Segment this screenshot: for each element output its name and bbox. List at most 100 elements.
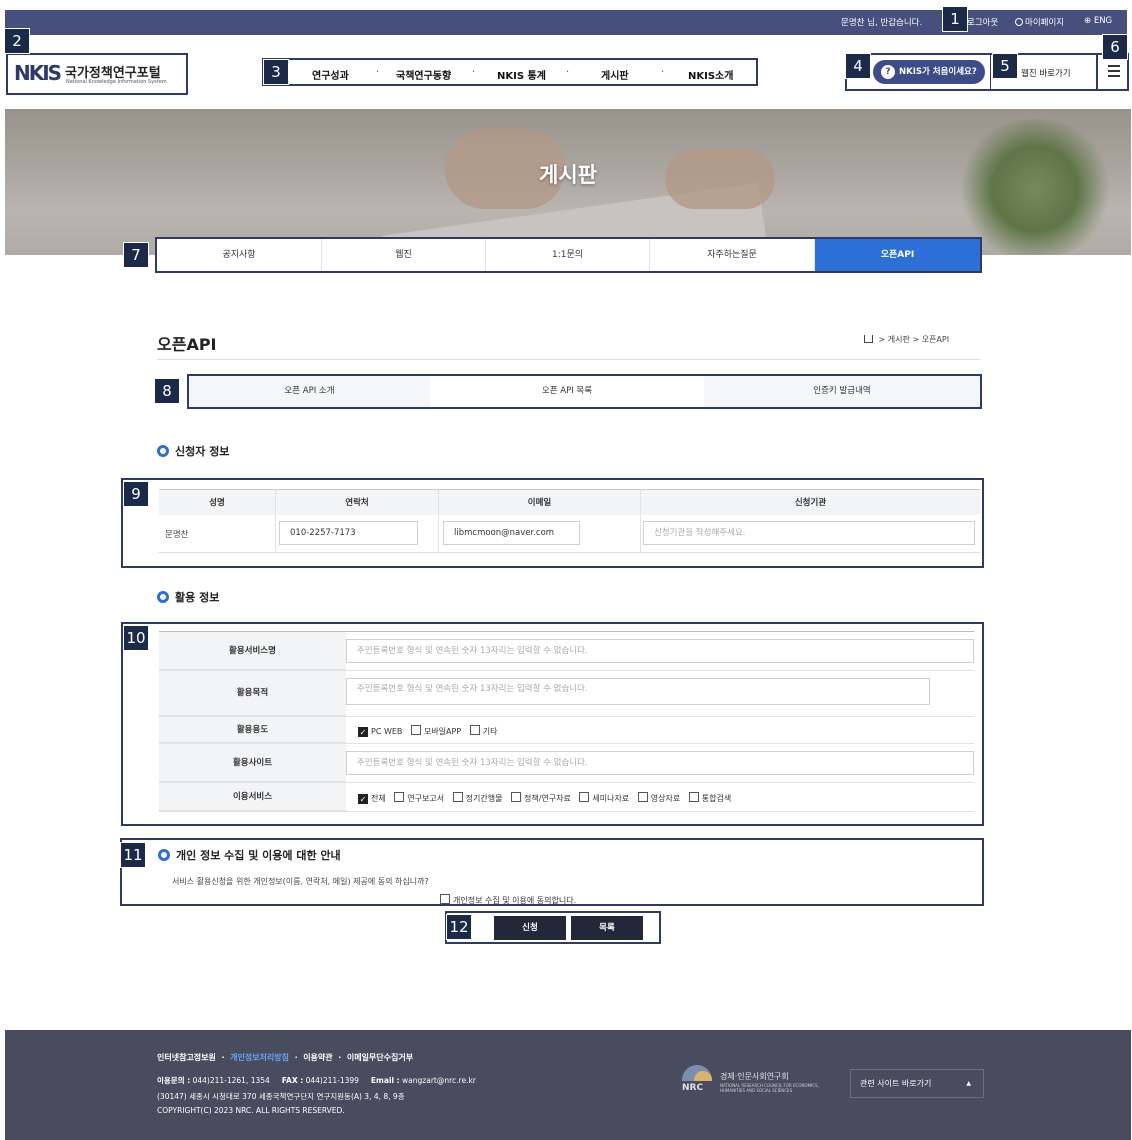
marker-10: 10 bbox=[123, 625, 149, 651]
breadcrumb-open-api[interactable]: 오픈API bbox=[922, 335, 949, 344]
footer-link-privacy[interactable]: 개인정보처리방침 bbox=[230, 1053, 289, 1062]
row-divider bbox=[159, 811, 974, 812]
webzine-link[interactable]: 웹진 바로가기 bbox=[1021, 67, 1071, 79]
purpose-textarea[interactable]: 주민등록번호 형식 및 연속된 숫자 13자리는 입력할 수 없습니다. bbox=[346, 678, 930, 705]
user-icon bbox=[1015, 18, 1023, 26]
nrc-abbr: NRC bbox=[682, 1083, 704, 1093]
option-label: 통합검색 bbox=[701, 794, 732, 803]
nrc-logo[interactable]: NRC 경제·인문사회연구회 NATIONAL RESEARCH COUNCIL… bbox=[682, 1065, 832, 1097]
footer-link-terms[interactable]: 이용약관 bbox=[303, 1053, 332, 1062]
apply-button[interactable]: 신청 bbox=[494, 916, 566, 940]
email-field[interactable]: libmcmoon@naver.com bbox=[443, 521, 580, 545]
marker-12: 12 bbox=[446, 914, 472, 940]
agree-checkbox[interactable] bbox=[440, 894, 450, 904]
option-label: 기타 bbox=[482, 727, 498, 736]
checkbox[interactable] bbox=[394, 792, 405, 802]
service-reports[interactable]: 연구보고서 bbox=[394, 792, 444, 803]
checkbox[interactable] bbox=[469, 725, 480, 735]
privacy-heading-text: 개인 정보 수집 및 이용에 대한 안내 bbox=[176, 849, 341, 862]
checkbox[interactable] bbox=[452, 792, 463, 802]
usage-table: 활용서비스명 주민등록번호 형식 및 연속된 숫자 13자리는 입력할 수 없습… bbox=[121, 622, 984, 826]
title-divider bbox=[157, 359, 980, 360]
privacy-section: 개인 정보 수집 및 이용에 대한 안내 서비스 활용신청을 위한 개인정보(이… bbox=[120, 838, 984, 906]
marker-1: 1 bbox=[942, 6, 968, 32]
section-bullet-icon bbox=[158, 849, 170, 861]
checkbox[interactable] bbox=[688, 792, 699, 802]
footer-sep: · bbox=[338, 1053, 342, 1062]
footer-sep: · bbox=[221, 1053, 225, 1062]
tab-notice[interactable]: 공지사항 bbox=[157, 239, 322, 271]
caret-up-icon: ▲ bbox=[966, 1080, 971, 1087]
usage-type-options: ✓ PC WEB 모바일APP 기타 bbox=[358, 724, 503, 737]
related-sites-label: 관련 사이트 바로가기 bbox=[860, 1079, 932, 1088]
checkbox[interactable] bbox=[410, 725, 421, 735]
page-title: 오픈API bbox=[157, 335, 217, 354]
contact-fax: 044)211-1399 bbox=[305, 1076, 359, 1085]
nrc-name-kr: 경제·인문사회연구회 bbox=[720, 1072, 789, 1081]
contact-email: wangzart@nrc.re.kr bbox=[402, 1076, 476, 1085]
service-seminar[interactable]: 세미나자료 bbox=[579, 792, 629, 803]
option-label: 정기간행물 bbox=[465, 794, 503, 803]
checkbox[interactable] bbox=[511, 792, 521, 802]
greeting-text: 문명찬 님, 반갑습니다. bbox=[841, 18, 923, 28]
list-button[interactable]: 목록 bbox=[571, 916, 643, 940]
usage-heading-text: 활용 정보 bbox=[175, 591, 220, 604]
home-icon[interactable] bbox=[864, 335, 873, 343]
checkbox-checked[interactable]: ✓ bbox=[358, 727, 368, 737]
site-field[interactable]: 주민등록번호 형식 및 연속된 숫자 13자리는 입력할 수 없습니다. bbox=[346, 751, 974, 775]
footer-address: (30147) 세종시 시청대로 370 세종국책연구단지 연구지원동(A) 3… bbox=[157, 1092, 405, 1101]
nav-research-results[interactable]: 연구성과 bbox=[312, 67, 349, 82]
organization-field[interactable]: 신청기관을 작성해주세요. bbox=[643, 521, 975, 545]
breadcrumb: > 게시판 > 오픈API bbox=[864, 334, 949, 345]
option-mobile-app[interactable]: 모바일APP bbox=[410, 725, 461, 736]
related-sites-dropdown[interactable]: 관련 사이트 바로가기 ▲ bbox=[850, 1069, 984, 1098]
site-logo[interactable]: NKIS 국가정책연구포털 National Knowledge Informa… bbox=[8, 55, 186, 93]
mypage-link[interactable]: 마이페이지 bbox=[1015, 16, 1064, 28]
tab-api-keys[interactable]: 인증키 발급내역 bbox=[704, 376, 980, 407]
logout-link[interactable]: 로그아웃 bbox=[967, 16, 998, 28]
first-time-button[interactable]: ? NKIS가 처음이세요? bbox=[873, 60, 985, 84]
language-link[interactable]: ⊕ ENG bbox=[1084, 16, 1112, 26]
checkbox-checked[interactable]: ✓ bbox=[358, 794, 368, 804]
option-label: 정책/연구자료 bbox=[524, 794, 571, 803]
tab-open-api[interactable]: 오픈API bbox=[815, 239, 980, 271]
tab-api-list[interactable]: 오픈 API 목록 bbox=[430, 376, 704, 407]
tab-api-intro[interactable]: 오픈 API 소개 bbox=[189, 376, 430, 407]
service-periodicals[interactable]: 정기간행물 bbox=[452, 792, 503, 803]
tab-inquiry[interactable]: 1:1문의 bbox=[486, 239, 650, 271]
globe-icon: ⊕ bbox=[1084, 16, 1092, 26]
breadcrumb-sep: > bbox=[878, 335, 886, 344]
tab-faq[interactable]: 자주하는질문 bbox=[650, 239, 815, 271]
service-name-field[interactable]: 주민등록번호 형식 및 연속된 숫자 13자리는 입력할 수 없습니다. bbox=[346, 639, 974, 663]
breadcrumb-sep: > bbox=[912, 335, 920, 344]
checkbox[interactable] bbox=[637, 792, 648, 802]
privacy-agree[interactable]: 개인정보 수집 및 이용에 동의합니다. bbox=[440, 893, 576, 906]
hamburger-menu-icon[interactable] bbox=[1108, 65, 1120, 80]
email-cell: libmcmoon@naver.com bbox=[439, 515, 641, 553]
service-video[interactable]: 영상자료 bbox=[637, 792, 680, 803]
language-label: ENG bbox=[1093, 16, 1113, 26]
nav-nkis-stats[interactable]: NKIS 통계 bbox=[497, 67, 546, 82]
service-search[interactable]: 통합검색 bbox=[688, 792, 732, 803]
option-other[interactable]: 기타 bbox=[469, 725, 498, 736]
section-bullet-icon bbox=[157, 591, 169, 603]
name-cell: 문명찬 bbox=[159, 515, 276, 553]
question-icon: ? bbox=[881, 65, 895, 79]
tab-webzine[interactable]: 웹진 bbox=[322, 239, 486, 271]
nav-policy-trends[interactable]: 국책연구동향 bbox=[396, 67, 451, 82]
phone-field[interactable]: 010-2257-7173 bbox=[279, 521, 418, 545]
option-pc-web[interactable]: ✓ PC WEB bbox=[358, 727, 403, 737]
nav-about-nkis[interactable]: NKIS소개 bbox=[688, 67, 733, 82]
checkbox[interactable] bbox=[579, 792, 590, 802]
api-tabs: 오픈 API 소개 오픈 API 목록 인증키 발급내역 bbox=[187, 374, 982, 409]
footer-link-reference[interactable]: 인터넷참고정보원 bbox=[157, 1053, 216, 1062]
nav-board[interactable]: 게시판 bbox=[601, 67, 629, 82]
marker-3: 3 bbox=[263, 59, 289, 85]
marker-7: 7 bbox=[123, 242, 149, 268]
footer-link-email-policy[interactable]: 이메일무단수집거부 bbox=[347, 1053, 413, 1062]
service-policy[interactable]: 정책/연구자료 bbox=[511, 792, 571, 803]
option-label: PC WEB bbox=[371, 727, 403, 736]
service-all[interactable]: ✓ 전체 bbox=[358, 794, 386, 804]
label-service-name: 활용서비스명 bbox=[159, 632, 346, 670]
breadcrumb-board[interactable]: 게시판 bbox=[888, 335, 910, 344]
